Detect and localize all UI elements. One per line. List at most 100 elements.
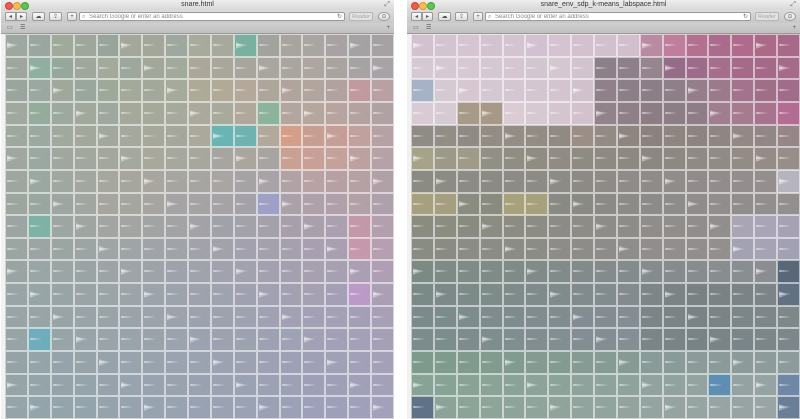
sound-tile[interactable] <box>165 306 188 328</box>
sound-tile[interactable] <box>525 283 548 306</box>
sound-tile[interactable] <box>525 328 548 351</box>
sound-tile[interactable] <box>371 125 394 147</box>
sound-tile[interactable] <box>302 374 325 396</box>
sound-tile[interactable] <box>708 283 731 306</box>
sound-tile[interactable] <box>74 79 97 102</box>
sound-tile[interactable] <box>571 34 594 57</box>
sound-tile[interactable] <box>5 351 28 374</box>
sound-tile[interactable] <box>708 260 731 283</box>
sound-tile[interactable] <box>708 34 731 57</box>
sound-tile[interactable] <box>548 260 571 283</box>
sound-tile[interactable] <box>5 260 28 283</box>
sound-tile[interactable] <box>548 79 571 102</box>
sound-tile[interactable] <box>165 374 188 396</box>
sound-tile[interactable] <box>211 351 234 374</box>
sound-tile[interactable] <box>663 328 686 351</box>
sound-tile[interactable] <box>280 125 302 147</box>
sound-tile[interactable] <box>119 57 142 79</box>
sound-tile[interactable] <box>777 57 800 79</box>
sound-tile[interactable] <box>302 57 325 79</box>
sound-tile[interactable] <box>119 328 142 351</box>
sound-tile[interactable] <box>594 57 617 79</box>
sound-tile[interactable] <box>457 102 480 125</box>
sound-tile[interactable] <box>617 79 640 102</box>
sound-tile[interactable] <box>165 147 188 170</box>
sound-tile[interactable] <box>663 170 686 193</box>
sound-tile[interactable] <box>754 396 777 419</box>
sound-tile[interactable] <box>348 147 371 170</box>
sound-tile[interactable] <box>211 125 234 147</box>
sound-tile[interactable] <box>754 34 777 57</box>
sound-tile[interactable] <box>165 260 188 283</box>
sound-tile[interactable] <box>503 102 525 125</box>
sound-tile[interactable] <box>411 260 434 283</box>
sound-tile[interactable] <box>411 215 434 238</box>
sound-tile[interactable] <box>280 283 302 306</box>
sound-tile[interactable] <box>74 125 97 147</box>
sound-tile[interactable] <box>5 328 28 351</box>
sound-tile[interactable] <box>434 147 457 170</box>
sound-tile[interactable] <box>371 79 394 102</box>
sound-tile[interactable] <box>257 34 280 57</box>
sound-tile[interactable] <box>371 351 394 374</box>
sound-tile[interactable] <box>457 193 480 215</box>
sound-tile[interactable] <box>257 260 280 283</box>
sound-tile[interactable] <box>348 215 371 238</box>
sound-tile[interactable] <box>640 374 663 396</box>
sound-tile[interactable] <box>525 260 548 283</box>
sound-tile[interactable] <box>480 260 503 283</box>
sound-tile[interactable] <box>142 170 165 193</box>
sound-tile[interactable] <box>51 215 74 238</box>
sound-tile[interactable] <box>777 125 800 147</box>
sound-tile[interactable] <box>617 351 640 374</box>
sound-tile[interactable] <box>28 102 51 125</box>
sound-tile[interactable] <box>708 102 731 125</box>
sound-tile[interactable] <box>525 125 548 147</box>
sound-tile[interactable] <box>371 238 394 260</box>
sound-tile[interactable] <box>74 57 97 79</box>
sound-tile[interactable] <box>325 147 348 170</box>
sound-tile[interactable] <box>5 125 28 147</box>
sound-tile[interactable] <box>548 125 571 147</box>
sound-tile[interactable] <box>457 79 480 102</box>
sound-tile[interactable] <box>503 193 525 215</box>
sound-tile[interactable] <box>686 125 708 147</box>
sound-tile[interactable] <box>731 238 754 260</box>
sound-tile[interactable] <box>663 193 686 215</box>
sound-tile[interactable] <box>119 193 142 215</box>
sound-tile[interactable] <box>503 34 525 57</box>
sound-tile[interactable] <box>548 328 571 351</box>
sound-tile[interactable] <box>617 283 640 306</box>
sound-tile[interactable] <box>525 57 548 79</box>
sound-tile[interactable] <box>97 396 119 419</box>
sound-tile[interactable] <box>457 147 480 170</box>
sound-tile[interactable] <box>503 374 525 396</box>
sound-tile[interactable] <box>142 215 165 238</box>
sound-tile[interactable] <box>754 215 777 238</box>
sound-tile[interactable] <box>663 283 686 306</box>
sound-tile[interactable] <box>731 193 754 215</box>
sound-tile[interactable] <box>51 102 74 125</box>
sound-tile[interactable] <box>503 328 525 351</box>
sound-tile[interactable] <box>411 170 434 193</box>
sound-tile[interactable] <box>74 102 97 125</box>
sound-tile[interactable] <box>302 34 325 57</box>
reading-list-icon[interactable]: ▭ <box>413 24 419 32</box>
sound-tile[interactable] <box>51 306 74 328</box>
sound-tile[interactable] <box>165 238 188 260</box>
sound-tile[interactable] <box>325 102 348 125</box>
sound-tile[interactable] <box>119 34 142 57</box>
sound-tile[interactable] <box>617 170 640 193</box>
sound-tile[interactable] <box>754 260 777 283</box>
sound-tile[interactable] <box>302 396 325 419</box>
sound-tile[interactable] <box>434 238 457 260</box>
sound-tile[interactable] <box>411 306 434 328</box>
sound-tile[interactable] <box>594 147 617 170</box>
sound-tile[interactable] <box>434 374 457 396</box>
sound-tile[interactable] <box>74 283 97 306</box>
sound-tile[interactable] <box>211 260 234 283</box>
sound-tile[interactable] <box>257 57 280 79</box>
sound-tile[interactable] <box>211 306 234 328</box>
sound-tile[interactable] <box>142 260 165 283</box>
sound-tile[interactable] <box>708 147 731 170</box>
